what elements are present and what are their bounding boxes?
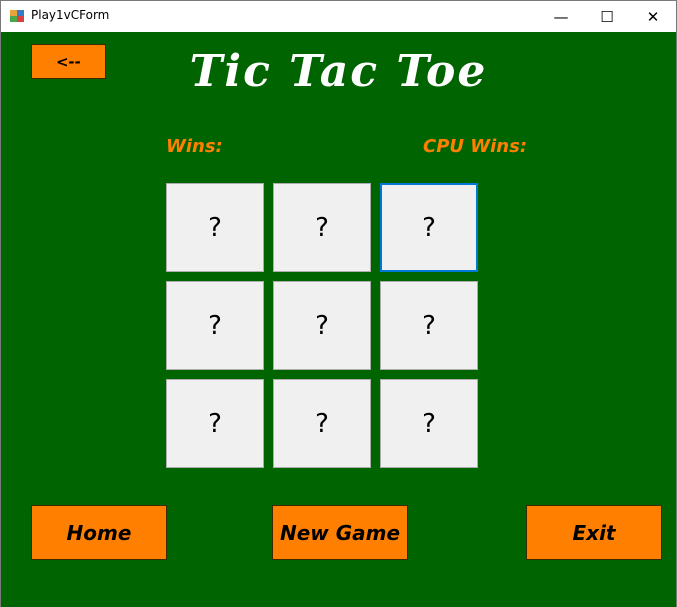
- board-cell-5[interactable]: ?: [273, 281, 371, 370]
- window-title: Play1vCForm: [31, 8, 110, 22]
- board-cell-9[interactable]: ?: [380, 379, 478, 468]
- exit-button[interactable]: Exit: [526, 505, 662, 560]
- board-cell-8[interactable]: ?: [273, 379, 371, 468]
- board-cell-6[interactable]: ?: [380, 281, 478, 370]
- board-cell-4[interactable]: ?: [166, 281, 264, 370]
- maximize-icon: ☐: [600, 7, 614, 26]
- app-icon: [10, 10, 24, 22]
- maximize-button[interactable]: ☐: [584, 1, 630, 32]
- game-title: Tic Tac Toe: [189, 46, 488, 97]
- wins-label: Wins:: [166, 136, 223, 157]
- close-button[interactable]: ✕: [630, 1, 676, 32]
- board-cell-3[interactable]: ?: [380, 183, 478, 272]
- minimize-icon: —: [553, 7, 569, 26]
- board-cell-2[interactable]: ?: [273, 183, 371, 272]
- new-game-button[interactable]: New Game: [272, 505, 408, 560]
- board-cell-7[interactable]: ?: [166, 379, 264, 468]
- app-window: Play1vCForm — ☐ ✕ <-- Tic Tac Toe Wins: …: [0, 0, 677, 607]
- close-icon: ✕: [646, 7, 660, 26]
- home-button[interactable]: Home: [31, 505, 167, 560]
- title-bar[interactable]: Play1vCForm — ☐ ✕: [1, 1, 676, 32]
- board-cell-1[interactable]: ?: [166, 183, 264, 272]
- game-panel: <-- Tic Tac Toe Wins: CPU Wins: ? ? ? ? …: [1, 32, 676, 607]
- cpu-wins-label: CPU Wins:: [423, 136, 528, 157]
- minimize-button[interactable]: —: [538, 1, 584, 32]
